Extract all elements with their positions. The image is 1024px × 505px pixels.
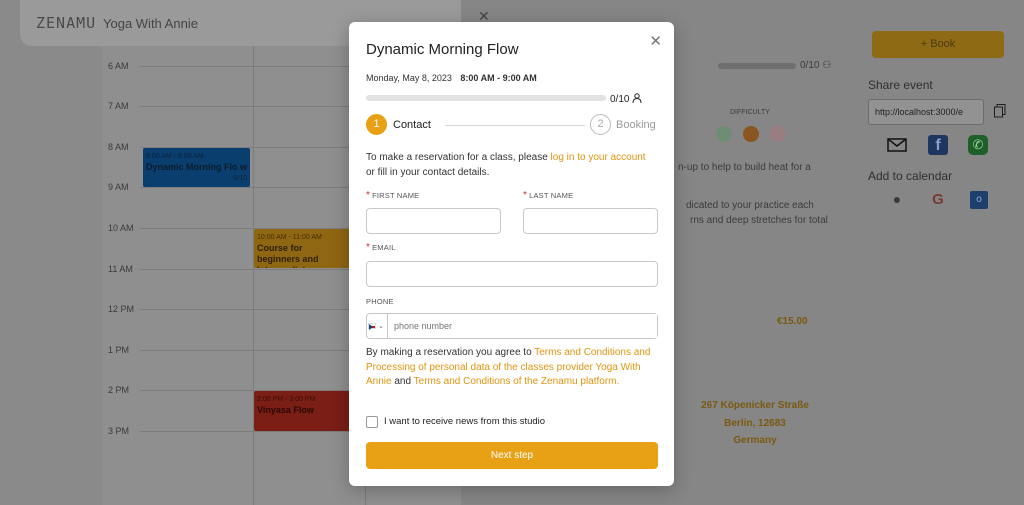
required-marker: * [366, 190, 371, 201]
person-icon: ⚇ [822, 60, 832, 71]
event-time: 2:00 PM - 3:00 PM [257, 396, 316, 403]
difficulty-easy-icon [716, 126, 732, 142]
hour-label: 9 AM [108, 182, 129, 192]
description-text: rns and deep stretches for total [690, 215, 828, 226]
address-street: 267 Köpenicker Straße [701, 400, 809, 411]
platform-terms-link[interactable]: Terms and Conditions of the Zenamu platf… [414, 376, 620, 387]
event-date: Monday, May 8, 2023 8:00 AM - 9:00 AM [366, 73, 537, 83]
difficulty-medium-icon [743, 126, 759, 142]
step-2-label: Booking [616, 119, 656, 131]
step-1-indicator: 1 [366, 114, 387, 135]
email-share-icon[interactable] [887, 135, 907, 155]
step-1-label: Contact [393, 119, 431, 131]
newsletter-label[interactable]: I want to receive news from this studio [384, 416, 545, 427]
event-name: Dynamic Morning Flo w [146, 162, 248, 172]
hour-label: 2 PM [108, 385, 130, 395]
chevron-down-icon: ⌄ [377, 323, 384, 330]
calendar-event[interactable]: 10:00 AM - 11:00 AM Course for beginners… [254, 229, 350, 268]
terms-text: By making a reservation you agree to Ter… [366, 347, 651, 387]
calendar-event[interactable]: 8:00 AM - 9:00 AM Dynamic Morning Flo w … [143, 148, 250, 187]
required-marker: * [523, 190, 528, 201]
description-text: dicated to your practice each [686, 200, 814, 211]
country-code-dropdown[interactable]: ⌄ [367, 314, 387, 338]
modal-close-icon[interactable]: ✕ [649, 32, 662, 50]
last-name-field[interactable] [523, 208, 658, 234]
hour-label: 11 AM [108, 264, 133, 274]
first-name-label: * FIRST NAME [366, 190, 420, 201]
apple-calendar-icon[interactable]: ● [888, 191, 906, 209]
czech-flag-icon [368, 323, 376, 331]
event-time: 10:00 AM - 11:00 AM [257, 234, 322, 241]
phone-field-group: ⌄ [366, 313, 658, 339]
hour-label: 6 AM [108, 61, 129, 71]
capacity-progress-bar [718, 63, 796, 69]
capacity-count: 0/10 [610, 93, 642, 105]
studio-name[interactable]: Yoga With Annie [103, 16, 198, 31]
event-date-text: Monday, May 8, 2023 [366, 73, 452, 83]
difficulty-hard-icon [770, 126, 786, 142]
capacity-progress-bar [366, 95, 606, 101]
event-time: 8:00 AM - 9:00 AM [146, 153, 204, 160]
hour-label: 1 PM [108, 345, 130, 355]
person-icon [632, 93, 642, 104]
share-event-heading: Share event [868, 78, 933, 92]
zenamu-logo[interactable]: ZENAMU [36, 14, 96, 32]
address-country: Germany [733, 435, 777, 446]
step-connector [445, 125, 585, 126]
last-name-label: * LAST NAME [523, 190, 574, 201]
outlook-calendar-icon[interactable]: o [970, 191, 988, 209]
hour-label: 12 PM [108, 304, 135, 314]
email-field[interactable] [366, 261, 658, 287]
intro-text: To make a reservation for a class, pleas… [366, 152, 646, 178]
hour-label: 7 AM [108, 101, 129, 111]
hour-label: 8 AM [108, 142, 129, 152]
event-capacity: 0/10 [233, 175, 247, 182]
calendar-event[interactable]: 2:00 PM - 3:00 PM Vinyasa Flow [254, 391, 350, 431]
phone-label: PHONE [366, 297, 394, 306]
capacity-count: 0/10 ⚇ [800, 60, 832, 71]
book-button[interactable]: + Book [872, 31, 1004, 58]
next-step-button[interactable]: Next step [366, 442, 658, 469]
share-url-field[interactable]: http://localhost:3000/e [868, 99, 984, 125]
hour-label: 10 AM [108, 223, 134, 233]
calendar-column-divider [253, 46, 254, 505]
phone-field[interactable] [387, 314, 657, 338]
price: €15.00 [777, 316, 808, 327]
difficulty-label: DIFFICULTY [730, 109, 770, 116]
whatsapp-share-icon[interactable]: ✆ [968, 135, 988, 155]
add-to-calendar-heading: Add to calendar [868, 169, 953, 183]
newsletter-checkbox[interactable] [366, 416, 378, 428]
google-calendar-icon[interactable]: G [929, 191, 947, 209]
address-city: Berlin, 12683 [724, 418, 786, 429]
facebook-share-icon[interactable]: f [928, 135, 948, 155]
hour-label: 3 PM [108, 426, 130, 436]
event-name: Vinyasa Flow [257, 405, 314, 415]
modal-title: Dynamic Morning Flow [366, 41, 519, 58]
login-link[interactable]: log in to your account [551, 152, 646, 163]
event-name: Course for beginners and Intermediate ..… [257, 243, 321, 268]
first-name-field[interactable] [366, 208, 501, 234]
event-time-text: 8:00 AM - 9:00 AM [460, 73, 537, 83]
email-label: * EMAIL [366, 242, 396, 253]
copy-icon[interactable] [994, 104, 1006, 118]
reservation-modal: ✕ Dynamic Morning Flow Monday, May 8, 20… [349, 22, 674, 486]
step-2-indicator: 2 [590, 114, 611, 135]
required-marker: * [366, 242, 371, 253]
description-text: n-up to help to build heat for a [678, 162, 811, 173]
